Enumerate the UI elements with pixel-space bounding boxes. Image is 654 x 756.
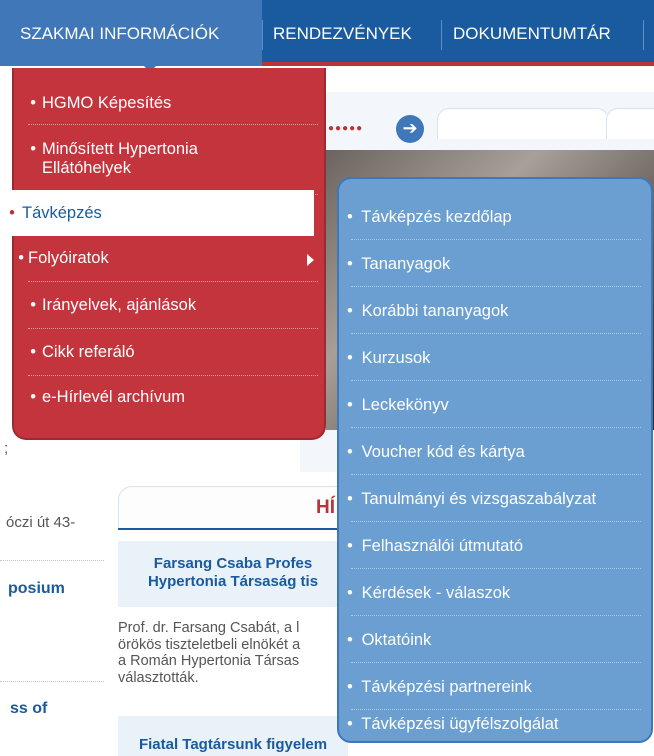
slider-tab-2 bbox=[606, 108, 654, 139]
tab-label: DOKUMENTUMTÁR bbox=[453, 24, 611, 43]
menu-item-label: Minősített Hypertonia Ellátóhelyek bbox=[42, 140, 198, 177]
menu-divider bbox=[28, 124, 318, 125]
menu-item-label: Irányelvek, ajánlások bbox=[42, 296, 197, 314]
slider-dots[interactable]: ●●●●● bbox=[328, 123, 363, 134]
menu-item-iranyelvek[interactable]: • Irányelvek, ajánlások bbox=[14, 296, 324, 315]
news-item-2[interactable]: Fiatal Tagtársunk figyelem bbox=[118, 716, 348, 756]
submenu-item-label: Távképzési ügyfélszolgálat bbox=[361, 715, 559, 733]
menu-item-label: HGMO Képesítés bbox=[42, 94, 172, 112]
submenu-item-szabalyzat[interactable]: • Tanulmányi és vizsgaszabályzat bbox=[347, 490, 647, 509]
menu-divider bbox=[28, 328, 318, 329]
tab-szakmai-informaciok[interactable]: SZAKMAI INFORMÁCIÓK bbox=[0, 0, 262, 66]
menu-item-cikk-referalo[interactable]: • Cikk referáló bbox=[14, 343, 324, 362]
menu-item-label: Cikk referáló bbox=[42, 343, 135, 361]
menu-item-hirlevel-archivum[interactable]: • e-Hírlevél archívum bbox=[14, 388, 324, 407]
news-header-underline bbox=[118, 528, 348, 530]
tab-divider bbox=[441, 20, 442, 50]
arrow-right-icon[interactable]: ➔ bbox=[396, 115, 424, 143]
submenu-divider bbox=[351, 615, 641, 616]
news-header-title: HÍ bbox=[316, 497, 335, 518]
submenu-divider bbox=[351, 427, 641, 428]
submenu-divider bbox=[351, 568, 641, 569]
news-item-1-title-2[interactable]: Hypertonia Társaság tis bbox=[118, 573, 348, 590]
submenu-item-label: Tanulmányi és vizsgaszabályzat bbox=[361, 490, 597, 508]
submenu-divider bbox=[351, 709, 641, 710]
menu-divider bbox=[28, 281, 318, 282]
submenu-item-kerdesek-valaszok[interactable]: • Kérdések - válaszok bbox=[347, 584, 647, 603]
menu-item-hgmo[interactable]: • HGMO Képesítés bbox=[14, 94, 324, 113]
submenu-divider bbox=[351, 474, 641, 475]
menu-divider bbox=[28, 375, 318, 376]
news-item-1[interactable]: Farsang Csaba Profes Hypertonia Társaság… bbox=[118, 541, 348, 607]
submenu-item-label: Leckekönyv bbox=[361, 396, 449, 414]
news-item-1-title-1[interactable]: Farsang Csaba Profes bbox=[118, 555, 348, 572]
submenu-item-utmutato[interactable]: • Felhasználói útmutató bbox=[347, 537, 647, 556]
submenu-item-tananyagok[interactable]: • Tananyagok bbox=[347, 255, 647, 274]
tab-divider bbox=[262, 20, 263, 50]
menu-item-tavkepzes[interactable]: • Távképzés bbox=[2, 190, 314, 236]
submenu-item-label: Távképzés kezdőlap bbox=[361, 208, 512, 226]
left-address-fragment: óczi út 43- bbox=[6, 514, 76, 531]
submenu-item-label: Kurzusok bbox=[361, 349, 431, 367]
submenu-item-label: Oktatóink bbox=[361, 631, 432, 649]
tab-label: RENDEZVÉNYEK bbox=[273, 24, 412, 43]
dropdown-menu: • HGMO Képesítés • Minősített Hypertonia E… bbox=[2, 68, 326, 440]
submenu-item-label: Voucher kód és kártya bbox=[361, 443, 525, 461]
left-fragment: ; bbox=[4, 440, 9, 457]
tab-divider bbox=[643, 20, 644, 50]
left-event-link-1[interactable]: posium bbox=[8, 580, 65, 598]
news-item-1-body: Prof. dr. Farsang Csabát, a l örökös tis… bbox=[118, 620, 301, 686]
submenu-item-partnereink[interactable]: • Távképzési partnereink bbox=[347, 678, 647, 697]
submenu-item-label: Tananyagok bbox=[361, 255, 451, 273]
submenu-divider bbox=[351, 521, 641, 522]
submenu-divider bbox=[351, 662, 641, 663]
tab-dokumentumtar[interactable]: DOKUMENTUMTÁR bbox=[453, 0, 611, 66]
menu-item-label: Folyóiratok bbox=[28, 249, 109, 267]
submenu-item-label: Kérdések - válaszok bbox=[361, 584, 511, 602]
submenu-item-label: Felhasználói útmutató bbox=[361, 537, 524, 555]
submenu-divider bbox=[351, 286, 641, 287]
left-event-link-2[interactable]: ss of bbox=[10, 700, 47, 718]
menu-item-minositett[interactable]: • Minősített Hypertonia Ellátóhelyek bbox=[14, 140, 264, 178]
submenu-item-label: Korábbi tananyagok bbox=[361, 302, 509, 320]
slider-tab bbox=[437, 108, 609, 139]
menu-item-label: Távképzés bbox=[22, 204, 102, 222]
submenu-item-oktatoink[interactable]: • Oktatóink bbox=[347, 631, 647, 650]
submenu-item-voucher[interactable]: • Voucher kód és kártya bbox=[347, 443, 647, 462]
submenu-item-kurzusok[interactable]: • Kurzusok bbox=[347, 349, 647, 368]
menu-item-label: e-Hírlevél archívum bbox=[42, 388, 186, 406]
submenu-item-korabbi-tananyagok[interactable]: • Korábbi tananyagok bbox=[347, 302, 647, 321]
submenu-item-label: Távképzési partnereink bbox=[361, 678, 532, 696]
submenu-divider bbox=[351, 333, 641, 334]
submenu-item-leckekonyv[interactable]: • Leckekönyv bbox=[347, 396, 647, 415]
news-header-tab[interactable]: HÍ bbox=[118, 486, 350, 530]
submenu-divider bbox=[351, 380, 641, 381]
submenu-item-ugyfelszolgalat[interactable]: • Távképzési ügyfélszolgálat bbox=[347, 715, 647, 734]
left-divider-2 bbox=[0, 681, 104, 682]
submenu-item-kezdolap[interactable]: • Távképzés kezdőlap bbox=[347, 208, 647, 227]
submenu-divider bbox=[351, 239, 641, 240]
submenu: • Távképzés kezdőlap • Tananyagok • Korá… bbox=[337, 177, 653, 743]
left-divider bbox=[0, 560, 104, 561]
menu-item-folyoiratok[interactable]: • Folyóiratok bbox=[14, 249, 324, 268]
top-navigation: SZAKMAI INFORMÁCIÓK RENDEZVÉNYEK DOKUMEN… bbox=[0, 0, 654, 72]
tab-label: SZAKMAI INFORMÁCIÓK bbox=[20, 24, 220, 43]
tab-rendezvenyek[interactable]: RENDEZVÉNYEK bbox=[273, 0, 412, 66]
caret-right-icon bbox=[307, 254, 314, 266]
news-item-2-title[interactable]: Fiatal Tagtársunk figyelem bbox=[118, 736, 348, 753]
